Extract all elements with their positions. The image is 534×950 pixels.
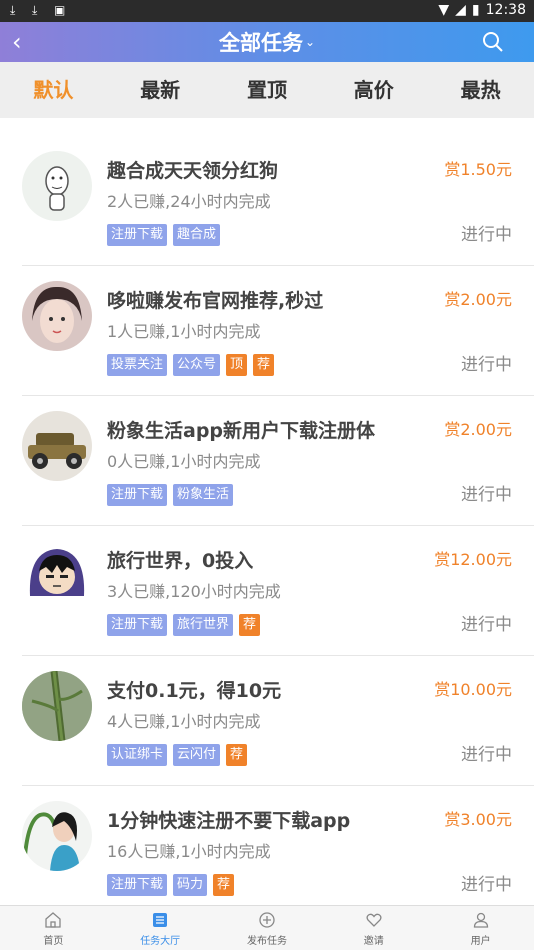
- app-notification-icon: ▣: [54, 3, 66, 17]
- nav-bar: ‹ 全部任务 ⌄: [0, 22, 534, 62]
- bottom-nav-label: 首页: [43, 936, 64, 947]
- task-title: 支付0.1元，得10元: [107, 680, 282, 702]
- task-reward: 赏2.00元: [444, 420, 512, 439]
- task-tags: 投票关注 公众号顶荐: [107, 354, 275, 376]
- task-tag: 粉象生活: [173, 484, 234, 506]
- task-tags: 注册下载 趣合成: [107, 224, 221, 246]
- status-bar: ⤓ ⤓ ▣ ▼ ◢ ▮ 12:38: [0, 0, 534, 22]
- task-badge: 荐: [253, 354, 275, 376]
- task-title: 哆啦赚发布官网推荐,秒过: [107, 290, 324, 312]
- task-item[interactable]: 1分钟快速注册不要下载app 16人已赚,1小时内完成 注册下载 码力荐 赏3.00元进…: [22, 786, 534, 916]
- task-reward: 赏10.00元: [434, 680, 512, 699]
- notification-icons: ⤓ ⤓ ▣: [10, 3, 66, 17]
- task-item[interactable]: 粉象生活app新用户下载注册体 0人已赚,1小时内完成 注册下载 粉象生活 赏2.00元…: [22, 396, 534, 526]
- task-title: 旅行世界，0投入: [107, 550, 254, 572]
- task-progress-text: 16人已赚,1小时内完成: [107, 842, 271, 861]
- chevron-down-icon: ⌄: [304, 35, 316, 49]
- tab-1[interactable]: 最新: [107, 62, 214, 118]
- task-tag: 投票关注: [107, 354, 168, 376]
- home-icon: [44, 911, 62, 929]
- page-title-text: 全部任务: [218, 31, 303, 55]
- task-tag: 认证绑卡: [107, 744, 168, 766]
- tab-3[interactable]: 高价: [320, 62, 427, 118]
- sort-tabs: 默认 最新 置顶 高价 最热: [0, 62, 534, 118]
- task-progress-text: 0人已赚,1小时内完成: [107, 452, 261, 471]
- battery-icon: ▮: [471, 2, 480, 18]
- task-tag: 旅行世界: [173, 614, 234, 636]
- task-tags: 注册下载 粉象生活: [107, 484, 234, 506]
- task-progress-text: 4人已赚,1小时内完成: [107, 712, 261, 731]
- task-list-icon: [151, 911, 169, 929]
- plus-circle-icon: [258, 911, 276, 929]
- task-reward: 赏3.00元: [444, 810, 512, 829]
- task-tag: 注册下载: [107, 224, 168, 246]
- task-tag: 注册下载: [107, 874, 168, 896]
- task-tag: 注册下载: [107, 614, 168, 636]
- status-time: 12:38: [485, 2, 526, 18]
- task-reward: 赏12.00元: [434, 550, 512, 569]
- task-item[interactable]: 旅行世界，0投入 3人已赚,120小时内完成 注册下载 旅行世界荐 赏12.00元进行中: [22, 526, 534, 656]
- task-tag: 码力: [173, 874, 208, 896]
- bottom-nav: 首页 任务大厅 发布任务 邀请 用户: [0, 905, 534, 950]
- signal-icon: ◢: [455, 2, 466, 18]
- task-avatar: [22, 151, 92, 221]
- bottom-nav-2[interactable]: 发布任务: [214, 906, 321, 950]
- task-status: 进行中: [461, 745, 512, 765]
- task-title: 1分钟快速注册不要下载app: [107, 810, 351, 832]
- download-icon: ⤓: [32, 3, 38, 17]
- task-tag: 公众号: [173, 354, 221, 376]
- task-reward: 赏1.50元: [444, 160, 512, 179]
- wifi-icon: ▼: [438, 2, 450, 18]
- task-progress-text: 3人已赚,120小时内完成: [107, 582, 281, 601]
- task-avatar: [22, 411, 92, 481]
- task-tag: 云闪付: [173, 744, 221, 766]
- task-item[interactable]: 支付0.1元，得10元 4人已赚,1小时内完成 认证绑卡 云闪付荐 赏10.00元进行中: [22, 656, 534, 786]
- task-avatar: [22, 671, 92, 741]
- task-status: 进行中: [461, 355, 512, 375]
- task-item[interactable]: 趣合成天天领分红狗 2人已赚,24小时内完成 注册下载 趣合成 赏1.50元进行中: [22, 118, 534, 266]
- task-badge: 荐: [239, 614, 261, 636]
- user-icon: [472, 911, 490, 929]
- task-item[interactable]: 哆啦赚发布官网推荐,秒过 1人已赚,1小时内完成 投票关注 公众号顶荐 赏2.00元进行…: [22, 266, 534, 396]
- heart-icon: [365, 911, 383, 929]
- page-title[interactable]: 全部任务 ⌄: [0, 28, 534, 57]
- task-tag: 注册下载: [107, 484, 168, 506]
- bottom-nav-label: 用户: [470, 936, 491, 947]
- bottom-nav-1[interactable]: 任务大厅: [107, 906, 214, 950]
- task-tags: 注册下载 旅行世界荐: [107, 614, 261, 636]
- task-avatar: [22, 801, 92, 871]
- search-icon[interactable]: [482, 31, 504, 53]
- task-avatar: [22, 281, 92, 351]
- task-title: 粉象生活app新用户下载注册体: [107, 420, 376, 442]
- tab-2[interactable]: 置顶: [214, 62, 321, 118]
- task-progress-text: 2人已赚,24小时内完成: [107, 192, 271, 211]
- task-badge: 荐: [226, 744, 248, 766]
- task-tags: 认证绑卡 云闪付荐: [107, 744, 248, 766]
- bottom-nav-label: 发布任务: [246, 936, 287, 947]
- task-tag: 趣合成: [173, 224, 221, 246]
- bottom-nav-4[interactable]: 用户: [427, 906, 534, 950]
- task-progress-text: 1人已赚,1小时内完成: [107, 322, 261, 341]
- tab-4[interactable]: 最热: [427, 62, 534, 118]
- task-avatar: [22, 541, 92, 611]
- bottom-nav-3[interactable]: 邀请: [320, 906, 427, 950]
- task-reward: 赏2.00元: [444, 290, 512, 309]
- tab-0[interactable]: 默认: [0, 62, 107, 118]
- task-status: 进行中: [461, 485, 512, 505]
- download-icon: ⤓: [10, 3, 16, 17]
- task-list: 趣合成天天领分红狗 2人已赚,24小时内完成 注册下载 趣合成 赏1.50元 进行中 哆啦赚…: [0, 118, 534, 916]
- task-badge: 顶: [226, 354, 248, 376]
- task-status: 进行中: [461, 225, 512, 245]
- bottom-nav-label: 邀请: [363, 936, 384, 947]
- task-tags: 注册下载 码力荐: [107, 874, 235, 896]
- task-badge: 荐: [213, 874, 235, 896]
- task-status: 进行中: [461, 875, 512, 895]
- bottom-nav-0[interactable]: 首页: [0, 906, 107, 950]
- task-title: 趣合成天天领分红狗: [107, 160, 279, 182]
- bottom-nav-label: 任务大厅: [140, 936, 181, 947]
- task-status: 进行中: [461, 615, 512, 635]
